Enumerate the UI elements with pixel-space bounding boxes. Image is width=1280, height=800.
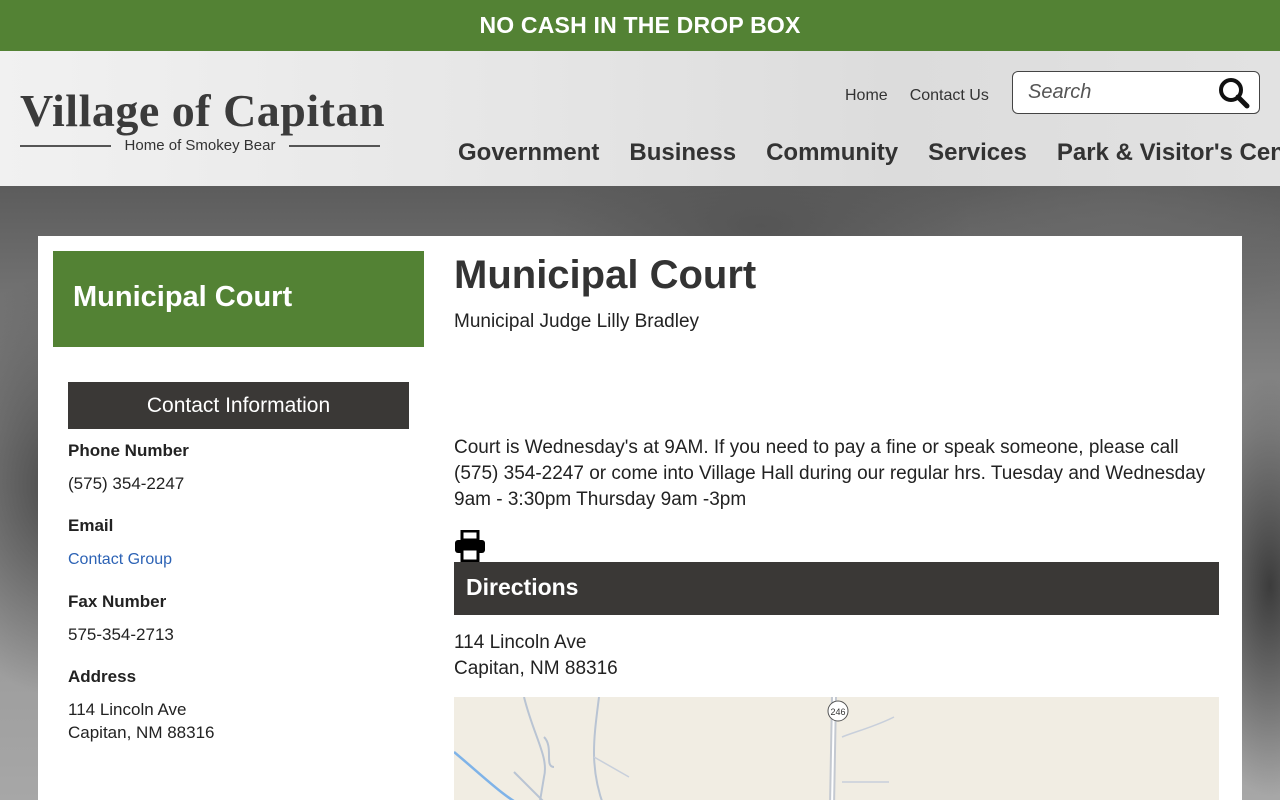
fax-value: 575-354-2713	[68, 625, 174, 644]
court-description: Court is Wednesday's at 9AM. If you need…	[454, 437, 1206, 510]
print-icon[interactable]	[454, 529, 486, 563]
sidebar-address-line1: 114 Lincoln Ave	[68, 700, 187, 719]
page-title: Municipal Court	[454, 253, 757, 297]
alert-banner: NO CASH IN THE DROP BOX	[0, 0, 1280, 51]
directions-heading: Directions	[454, 562, 1219, 615]
nav-government[interactable]: Government	[458, 139, 599, 167]
nav-community[interactable]: Community	[766, 139, 898, 167]
logo-subtitle: Home of Smokey Bear	[124, 137, 276, 154]
logo-title: Village of Capitan	[20, 85, 386, 136]
site-header: Village of Capitan Home of Smokey Bear H…	[0, 51, 1280, 186]
home-link[interactable]: Home	[845, 87, 888, 105]
main-content: Municipal Court Municipal Judge Lilly Br…	[454, 253, 1219, 800]
map-roads: 246	[454, 697, 1219, 800]
address-line1: 114 Lincoln Ave	[454, 632, 587, 653]
map-embed[interactable]: 246	[454, 697, 1219, 800]
address-label: Address	[68, 667, 137, 686]
search-icon[interactable]	[1217, 77, 1251, 109]
nav-services[interactable]: Services	[928, 139, 1027, 167]
nav-park-visitors-center[interactable]: Park & Visitor's Center	[1057, 139, 1280, 167]
phone-value: (575) 354-2247	[68, 474, 185, 493]
site-logo[interactable]: Village of Capitan Home of Smokey Bear	[20, 85, 386, 154]
content-panel: Municipal Court Contact Information Phon…	[38, 236, 1242, 800]
map-road-label: 246	[830, 707, 845, 717]
nav-business[interactable]: Business	[629, 139, 736, 167]
judge-name: Municipal Judge Lilly Bradley	[454, 311, 700, 332]
search-input[interactable]	[1013, 72, 1203, 113]
fax-label: Fax Number	[68, 592, 167, 611]
logo-divider-left	[20, 144, 111, 147]
contact-info: Phone Number (575) 354-2247 Email Contac…	[68, 441, 409, 744]
contact-group-link[interactable]: Contact Group	[68, 551, 172, 568]
utility-nav: Home Contact Us	[845, 87, 989, 105]
search-box	[1012, 71, 1260, 114]
logo-subtitle-row: Home of Smokey Bear	[20, 137, 380, 154]
sidebar-title: Municipal Court	[53, 251, 424, 347]
logo-divider-right	[289, 144, 380, 147]
alert-text: NO CASH IN THE DROP BOX	[479, 12, 801, 38]
address-line2: Capitan, NM 88316	[454, 658, 618, 679]
contact-info-heading: Contact Information	[68, 382, 409, 429]
phone-label: Phone Number	[68, 441, 189, 460]
email-label: Email	[68, 516, 114, 535]
directions-address: 114 Lincoln Ave Capitan, NM 88316	[454, 630, 618, 682]
contact-us-link[interactable]: Contact Us	[910, 87, 989, 105]
main-nav: Government Business Community Services P…	[458, 139, 1280, 167]
sidebar-address-line2: Capitan, NM 88316	[68, 723, 215, 742]
